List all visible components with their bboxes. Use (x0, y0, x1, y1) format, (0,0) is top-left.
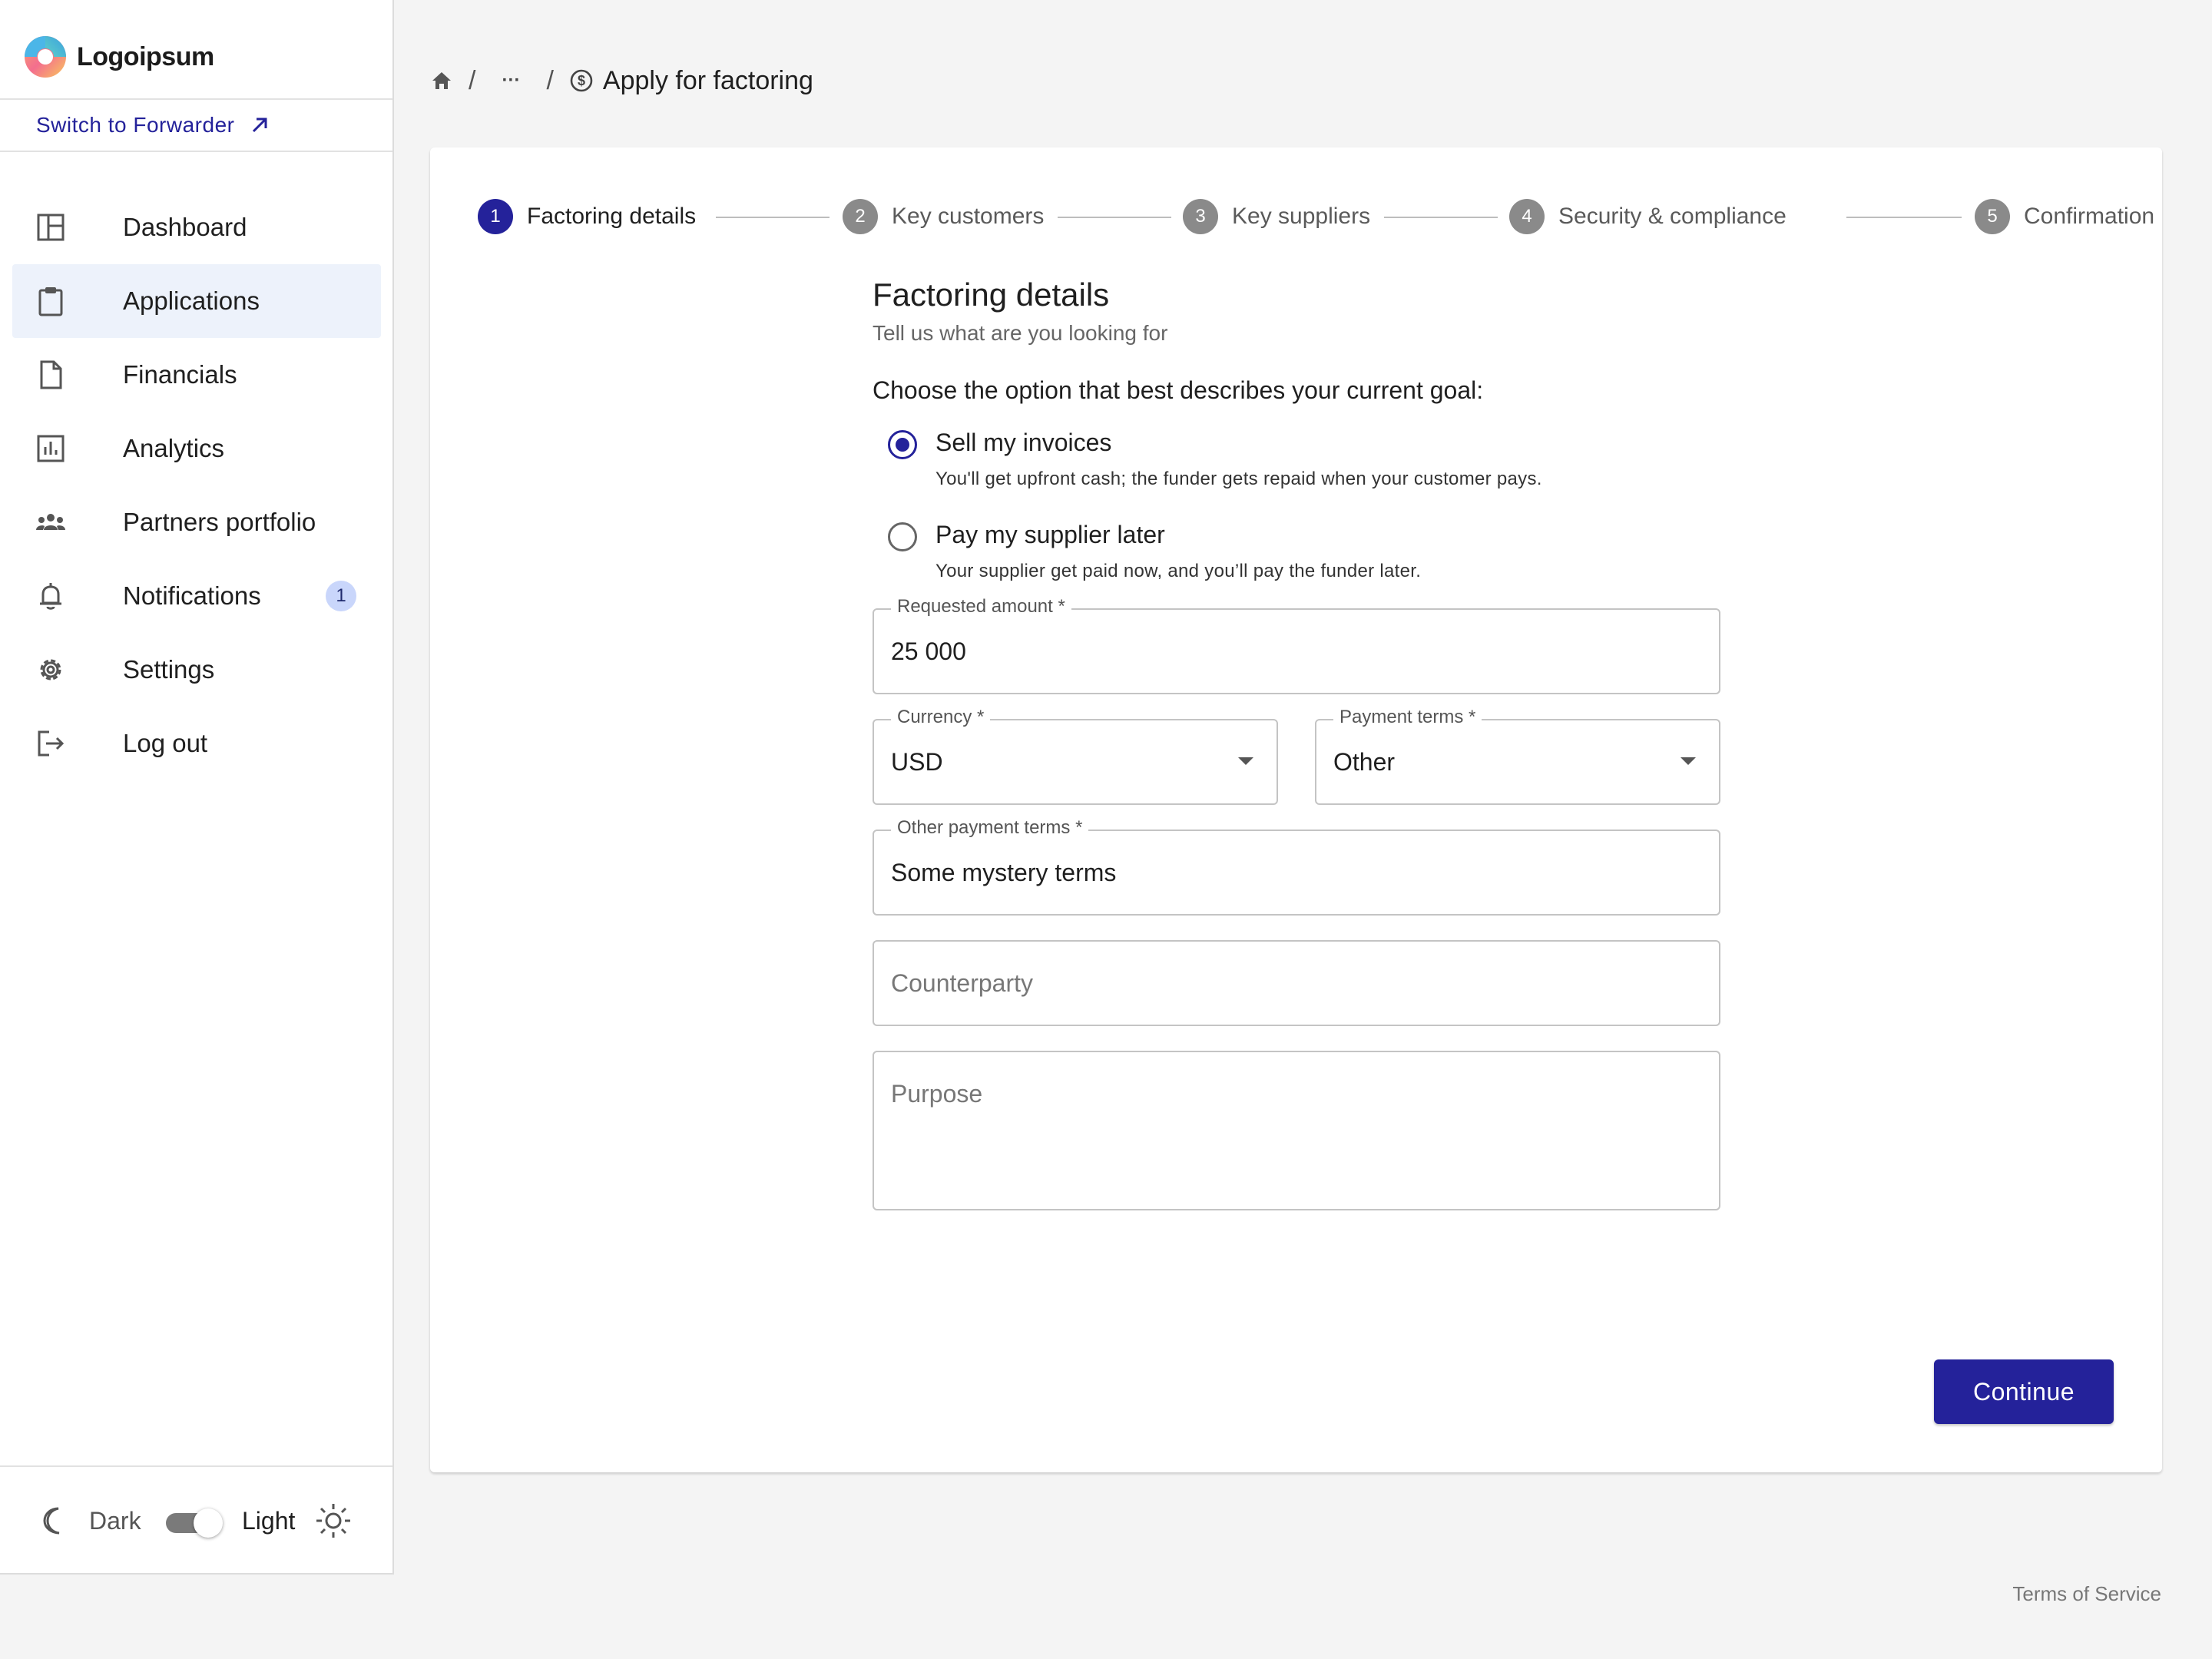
radio-button[interactable] (888, 522, 917, 551)
step-label: Factoring details (527, 204, 697, 229)
svg-text:$: $ (578, 73, 585, 88)
sidebar-item-label: Dashboard (123, 213, 247, 241)
brand-name: Logoipsum (77, 41, 214, 71)
step-connector (1058, 217, 1171, 218)
form-subtitle: Tell us what are you looking for (873, 321, 1168, 345)
other-payment-terms-field[interactable]: Other payment terms * Some mystery terms (873, 817, 1720, 916)
sidebar-item-label: Applications (123, 286, 260, 315)
form-title: Factoring details (873, 276, 1110, 313)
step-factoring-details[interactable]: 1 Factoring details (478, 194, 696, 240)
step-label: Confirmation (2024, 204, 2155, 229)
sidebar-nav: Dashboard Applications Financials Analyt… (12, 190, 381, 780)
breadcrumb-current: Apply for factoring (602, 65, 813, 95)
counterparty-input[interactable] (891, 942, 1567, 1025)
step-connector (1384, 217, 1498, 218)
option-description: Your supplier get paid now, and you’ll p… (935, 561, 1422, 581)
sidebar-item-log-out[interactable]: Log out (12, 707, 381, 780)
logo-icon (25, 36, 66, 78)
sidebar-item-analytics[interactable]: Analytics (12, 412, 381, 485)
home-icon[interactable] (430, 69, 453, 92)
step-number: 1 (478, 199, 513, 234)
sidebar-item-label: Settings (123, 655, 215, 684)
step-connector (1846, 217, 1962, 218)
logout-icon (38, 730, 65, 757)
clipboard-icon (38, 287, 63, 316)
gear-icon (40, 659, 61, 680)
step-confirmation[interactable]: 5 Confirmation (1975, 194, 2154, 240)
sidebar-item-applications[interactable]: Applications (12, 264, 381, 338)
sidebar-item-label: Log out (123, 729, 208, 757)
other-payment-terms-value[interactable]: Some mystery terms (891, 831, 1567, 914)
brand-logo[interactable]: Logoipsum (23, 34, 214, 80)
step-connector (716, 217, 830, 218)
counterparty-field[interactable] (873, 940, 1720, 1026)
arrow-up-right-icon (253, 118, 267, 133)
step-label: Security & compliance (1558, 204, 1786, 229)
dashboard-icon (37, 214, 65, 241)
theme-toggle[interactable] (164, 1507, 223, 1538)
breadcrumb: / ··· / $ Apply for factoring (430, 61, 813, 100)
step-label: Key suppliers (1232, 204, 1371, 229)
continue-button[interactable]: Continue (1934, 1359, 2114, 1424)
group-icon (36, 514, 65, 530)
goal-question: Choose the option that best describes yo… (873, 376, 1484, 404)
breadcrumb-separator: / (546, 65, 554, 95)
step-number: 3 (1183, 199, 1218, 234)
bell-icon (40, 583, 61, 610)
step-key-customers[interactable]: 2 Key customers (843, 194, 1044, 240)
document-icon (40, 360, 62, 389)
requested-amount-value[interactable]: 25 000 (891, 610, 1567, 693)
dollar-circle-icon: $ (570, 69, 593, 92)
step-number: 4 (1509, 199, 1545, 234)
moon-icon (43, 1507, 60, 1535)
currency-value: USD (891, 747, 943, 776)
application-card: 1 Factoring details 2 Key customers 3 Ke… (430, 147, 2162, 1472)
toggle-knob (194, 1508, 223, 1538)
sidebar-item-settings[interactable]: Settings (12, 633, 381, 707)
sidebar-item-dashboard[interactable]: Dashboard (12, 190, 381, 264)
sidebar-item-label: Financials (123, 360, 237, 389)
stepper: 1 Factoring details 2 Key customers 3 Ke… (478, 194, 2154, 240)
option-label: Pay my supplier later (935, 521, 1165, 548)
theme-switcher: Dark Light (0, 1465, 392, 1573)
step-key-suppliers[interactable]: 3 Key suppliers (1183, 194, 1370, 240)
step-number: 2 (843, 199, 878, 234)
theme-light-label: Light (242, 1507, 296, 1535)
sidebar: Logoipsum Switch to Forwarder Dashboard … (0, 0, 394, 1575)
option-pay-supplier-later[interactable]: Pay my supplier later Your supplier get … (888, 519, 1656, 588)
chevron-down-icon[interactable] (1681, 757, 1696, 765)
bar-chart-icon (37, 435, 65, 462)
theme-dark-label: Dark (89, 1507, 141, 1535)
requested-amount-field[interactable]: Requested amount * 25 000 (873, 596, 1720, 694)
currency-select[interactable]: Currency * USD (873, 707, 1278, 805)
step-number: 5 (1975, 199, 2010, 234)
notification-badge: 1 (326, 581, 356, 611)
option-label: Sell my invoices (935, 429, 1112, 456)
sidebar-item-notifications[interactable]: Notifications 1 (12, 559, 381, 633)
purpose-field[interactable] (873, 1051, 1720, 1210)
breadcrumb-ellipsis[interactable]: ··· (502, 70, 520, 91)
payment-terms-select[interactable]: Payment terms * Other (1315, 707, 1720, 805)
sidebar-item-partners-portfolio[interactable]: Partners portfolio (12, 485, 381, 559)
step-security-compliance[interactable]: 4 Security & compliance (1509, 194, 1786, 240)
purpose-textarea[interactable] (891, 1080, 1567, 1165)
radio-button[interactable] (888, 430, 917, 459)
terms-of-service-link[interactable]: Terms of Service (2012, 1582, 2161, 1606)
option-sell-invoices[interactable]: Sell my invoices You'll get upfront cash… (888, 427, 1656, 496)
breadcrumb-separator: / (469, 65, 476, 95)
step-label: Key customers (892, 204, 1045, 229)
option-description: You'll get upfront cash; the funder gets… (935, 469, 1542, 489)
sidebar-item-financials[interactable]: Financials (12, 338, 381, 412)
switch-to-forwarder-label: Switch to Forwarder (36, 113, 235, 137)
sidebar-item-label: Notifications (123, 581, 261, 610)
switch-to-forwarder-link[interactable]: Switch to Forwarder (0, 98, 392, 152)
sun-icon (316, 1504, 350, 1538)
sidebar-item-label: Analytics (123, 434, 225, 462)
chevron-down-icon[interactable] (1238, 757, 1253, 765)
payment-terms-value: Other (1333, 747, 1396, 776)
sidebar-item-label: Partners portfolio (123, 508, 316, 536)
